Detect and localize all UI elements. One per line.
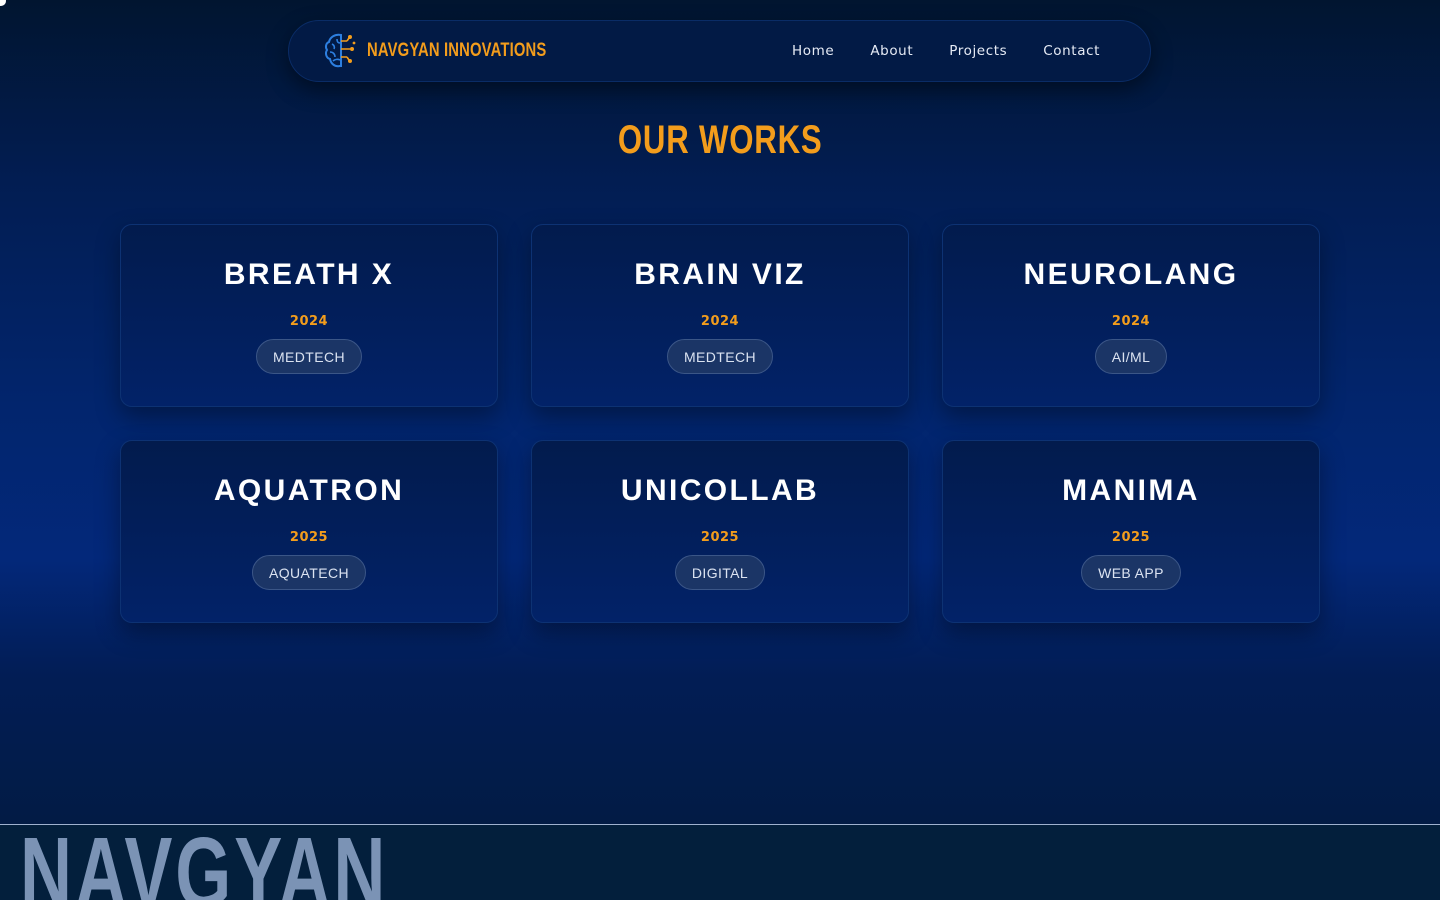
brand-logo[interactable]: NAVGYAN INNOVATIONS — [323, 31, 597, 71]
project-card-brain-viz[interactable]: BRAIN VIZ 2024 MEDTECH — [531, 224, 909, 407]
project-year: 2024 — [1111, 314, 1151, 329]
footer-big-text: NAVGYAN — [20, 824, 389, 900]
project-tag: AI/ML — [1094, 339, 1168, 374]
footer: NAVGYAN — [0, 824, 1440, 900]
nav-link-about[interactable]: About — [870, 43, 913, 59]
project-tag: WEB APP — [1081, 555, 1181, 590]
project-title: UNICOLLAB — [620, 474, 820, 507]
project-tag: AQUATECH — [252, 555, 366, 590]
project-title: NEUROLANG — [1023, 258, 1239, 291]
project-title: BREATH X — [223, 258, 395, 291]
project-card-neurolang[interactable]: NEUROLANG 2024 AI/ML — [942, 224, 1320, 407]
project-title: BRAIN VIZ — [634, 258, 806, 291]
corner-dot — [0, 0, 6, 6]
projects-grid: BREATH X 2024 MEDTECH BRAIN VIZ 2024 MED… — [120, 224, 1320, 623]
page-title: OUR WORKS — [0, 118, 1440, 163]
brand-name: NAVGYAN INNOVATIONS — [367, 40, 547, 61]
project-card-aquatron[interactable]: AQUATRON 2025 AQUATECH — [120, 440, 498, 623]
brain-circuit-icon — [324, 33, 356, 68]
project-title: AQUATRON — [213, 474, 405, 507]
navbar: NAVGYAN INNOVATIONS Home About Projects … — [288, 20, 1151, 82]
project-year: 2025 — [700, 530, 740, 545]
project-year: 2024 — [700, 314, 740, 329]
nav-link-home[interactable]: Home — [792, 43, 834, 59]
project-card-unicollab[interactable]: UNICOLLAB 2025 DIGITAL — [531, 440, 909, 623]
project-year: 2025 — [289, 530, 329, 545]
nav-links: Home About Projects Contact — [792, 43, 1100, 59]
nav-link-projects[interactable]: Projects — [949, 43, 1007, 59]
project-card-breath-x[interactable]: BREATH X 2024 MEDTECH — [120, 224, 498, 407]
nav-link-contact[interactable]: Contact — [1043, 43, 1100, 59]
project-title: MANIMA — [1062, 474, 1200, 507]
project-tag: MEDTECH — [666, 339, 774, 374]
project-year: 2025 — [1111, 530, 1151, 545]
project-tag: MEDTECH — [255, 339, 363, 374]
project-year: 2024 — [289, 314, 329, 329]
project-tag: DIGITAL — [674, 555, 766, 590]
page-title-text: OUR WORKS — [617, 118, 823, 162]
project-card-manima[interactable]: MANIMA 2025 WEB APP — [942, 440, 1320, 623]
